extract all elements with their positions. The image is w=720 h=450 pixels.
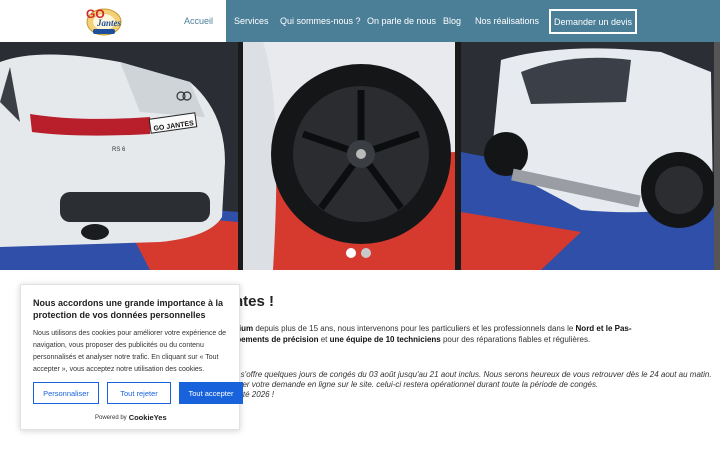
notice-line-1: e s'offre quelques jours de congés du 03… xyxy=(234,370,712,379)
intro-text-1: depuis plus de 15 ans, nous intervenons … xyxy=(253,324,576,333)
slide-image-car-rear: GO JANTES RS 6 xyxy=(0,42,238,270)
intro-text-3: pour des réparations fiables et régulièr… xyxy=(440,335,591,344)
cookieyes-logo[interactable]: CookieYes xyxy=(129,413,167,422)
notice-line-3: t été 2026 ! xyxy=(234,390,275,399)
cookie-reject-button[interactable]: Tout rejeter xyxy=(107,382,171,404)
intro-bold-3: ipements de précision xyxy=(234,335,319,344)
cookie-actions: Personnaliser Tout rejeter Tout accepter xyxy=(33,382,243,404)
cookie-customize-button[interactable]: Personnaliser xyxy=(33,382,99,404)
intro-text-2: et xyxy=(318,335,330,344)
nav-item-qui-sommes-nous[interactable]: Qui sommes-nous ? xyxy=(280,0,361,42)
intro-paragraph: nium depuis plus de 15 ans, nous interve… xyxy=(234,323,654,345)
rs6-badge: RS 6 xyxy=(112,147,126,153)
nav-item-services[interactable]: Services xyxy=(234,0,269,42)
svg-text:Jantes: Jantes xyxy=(96,18,122,28)
intro-bold-4: une équipe de 10 techniciens xyxy=(329,335,441,344)
slider-pagination xyxy=(346,248,371,258)
slider-dot-2[interactable] xyxy=(361,248,371,258)
hero-slider[interactable]: GO JANTES RS 6 xyxy=(0,42,720,270)
nav-item-blog[interactable]: Blog xyxy=(443,0,461,42)
cookie-description: Nous utilisons des cookies pour améliore… xyxy=(33,330,226,373)
cookie-accept-button[interactable]: Tout accepter xyxy=(179,382,243,404)
notice-line-2: oyer votre demande en ligne sur le site.… xyxy=(234,380,599,389)
nav-item-nos-realisations[interactable]: Nos réalisations xyxy=(475,0,539,42)
page: GO Jantes Accueil Services Qui sommes-no… xyxy=(0,0,720,450)
nav-item-on-parle-de-nous[interactable]: On parle de nous xyxy=(367,0,436,42)
cookie-consent-banner: Nous accordons une grande importance à l… xyxy=(20,284,243,430)
nav-item-accueil[interactable]: Accueil xyxy=(184,0,213,42)
slide-image-car-side xyxy=(461,42,720,270)
logo-icon: GO Jantes xyxy=(86,7,122,36)
holiday-notice: e s'offre quelques jours de congés du 03… xyxy=(234,370,714,400)
cookie-title: Nous accordons une grande importance à l… xyxy=(33,298,224,320)
logo[interactable]: GO Jantes xyxy=(82,4,124,38)
slider-dot-1[interactable] xyxy=(346,248,356,258)
slide-image-wheel xyxy=(243,42,455,270)
cookie-powered-by: Powered by CookieYes xyxy=(95,413,167,422)
powered-by-label: Powered by xyxy=(95,414,127,421)
request-quote-button[interactable]: Demander un devis xyxy=(549,9,637,34)
page-title: ntes ! xyxy=(234,293,275,310)
intro-bold-2: Nord et le Pas- xyxy=(575,324,632,333)
